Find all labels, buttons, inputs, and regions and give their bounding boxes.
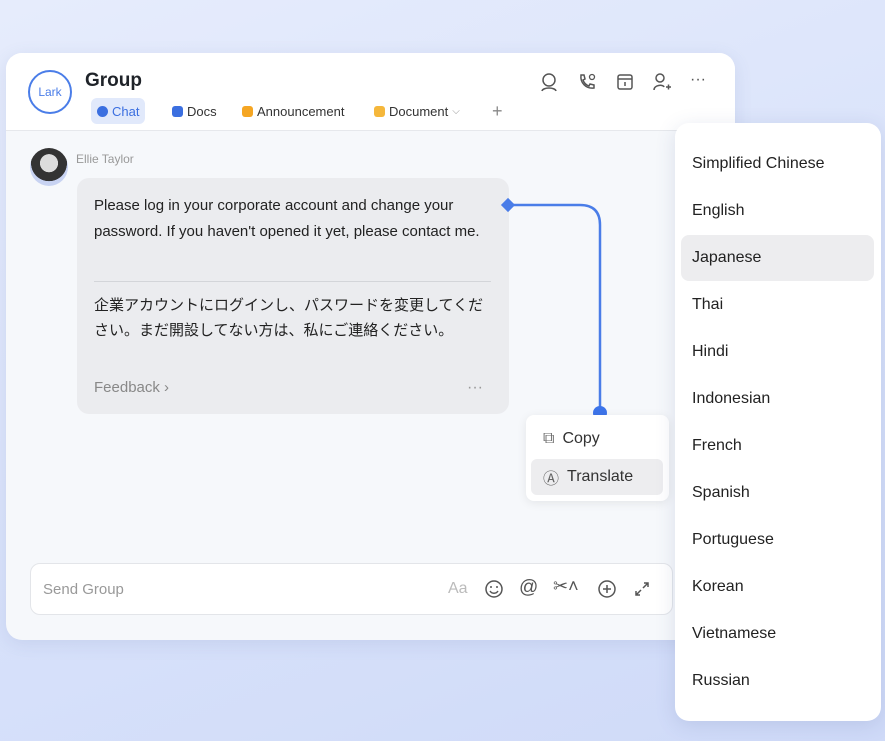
language-option[interactable]: Indonesian xyxy=(681,376,874,422)
menu-item-label: Copy xyxy=(562,430,600,447)
language-option[interactable]: Simplified Chinese xyxy=(681,141,874,187)
menu-item-translate[interactable]: Ⓐ Translate xyxy=(531,459,663,495)
language-option[interactable]: Korean xyxy=(681,564,874,610)
language-option[interactable]: Russian xyxy=(681,658,874,704)
language-option[interactable]: Japanese xyxy=(681,235,874,281)
copy-icon: ⧉ xyxy=(543,430,555,447)
language-option[interactable]: Hindi xyxy=(681,329,874,375)
language-option[interactable]: English xyxy=(681,188,874,234)
language-option[interactable]: Thai xyxy=(681,282,874,328)
menu-item-copy[interactable]: ⧉ Copy xyxy=(531,421,663,457)
language-option[interactable]: Portuguese xyxy=(681,517,874,563)
language-option[interactable]: Spanish xyxy=(681,470,874,516)
context-menu: ⧉ Copy Ⓐ Translate xyxy=(526,415,669,501)
translate-icon: Ⓐ xyxy=(543,471,560,488)
language-option[interactable]: French xyxy=(681,423,874,469)
language-option[interactable]: Vietnamese xyxy=(681,611,874,657)
menu-item-label: Translate xyxy=(567,468,634,485)
language-list: Simplified Chinese English Japanese Thai Hin… xyxy=(675,123,881,721)
